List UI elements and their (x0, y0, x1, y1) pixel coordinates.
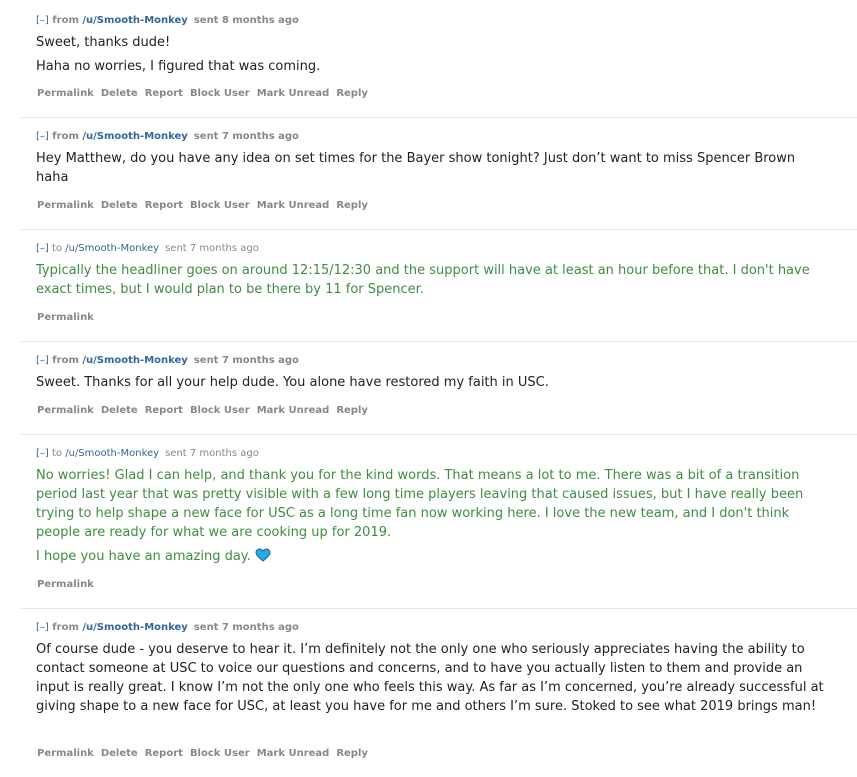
message-text: Sweet, thanks dude! (36, 35, 171, 50)
message-divider (20, 117, 857, 118)
message-direction: from (52, 622, 79, 633)
username-link[interactable]: /u/Smooth-Monkey (65, 448, 159, 459)
message-text: I hope you have an amazing day. (36, 549, 251, 564)
sent-time: sent 7 months ago (165, 243, 259, 254)
message-actions: Permalink (37, 579, 101, 591)
message-divider (20, 229, 857, 230)
sent-time: sent 8 months ago (193, 15, 299, 26)
reply-link[interactable]: Reply (336, 88, 368, 99)
message-header: [–] from /u/Smooth-Monkey sent 7 months a… (36, 131, 299, 143)
message-direction: from (52, 15, 79, 26)
message-actions: Permalink Delete Report Block User Mark Unre… (37, 405, 375, 417)
mark-unread-link[interactable]: Mark Unread (257, 405, 330, 416)
delete-link[interactable]: Delete (101, 88, 138, 99)
permalink-link[interactable]: Permalink (37, 88, 94, 99)
reply-link[interactable]: Reply (336, 405, 368, 416)
username-link[interactable]: /u/Smooth-Monkey (82, 15, 187, 26)
message-text: Hey Matthew, do you have any idea on set… (36, 151, 796, 185)
mark-unread-link[interactable]: Mark Unread (257, 748, 330, 759)
message-header: [–] from /u/Smooth-Monkey sent 7 months a… (36, 622, 299, 634)
message-body: No worries! Glad I can help, and thank y… (36, 466, 826, 566)
message-actions: Permalink Delete Report Block User Mark Unre… (37, 88, 375, 100)
mark-unread-link[interactable]: Mark Unread (257, 88, 330, 99)
permalink-link[interactable]: Permalink (37, 312, 94, 323)
message-header: [–] from /u/Smooth-Monkey sent 7 months a… (36, 355, 299, 367)
collapse-toggle[interactable]: [–] (36, 15, 49, 26)
permalink-link[interactable]: Permalink (37, 200, 94, 211)
report-link[interactable]: Report (145, 405, 183, 416)
message-paragraph: Sweet, thanks dude! (36, 33, 826, 52)
sent-time: sent 7 months ago (165, 448, 259, 459)
message-paragraph: Haha no worries, I figured that was comi… (36, 57, 826, 76)
message-body: Hey Matthew, do you have any idea on set… (36, 149, 826, 187)
reply-link[interactable]: Reply (336, 748, 368, 759)
message-header: [–] to /u/Smooth-Monkey sent 7 months ago (36, 448, 259, 460)
report-link[interactable]: Report (145, 88, 183, 99)
message-body: Sweet. Thanks for all your help dude. Yo… (36, 373, 826, 392)
report-link[interactable]: Report (145, 748, 183, 759)
collapse-toggle[interactable]: [–] (36, 243, 49, 254)
message-actions: Permalink Delete Report Block User Mark Unre… (37, 748, 375, 760)
message-text: Typically the headliner goes on around 1… (36, 263, 810, 297)
block-user-link[interactable]: Block User (190, 200, 250, 211)
collapse-toggle[interactable]: [–] (36, 355, 49, 366)
delete-link[interactable]: Delete (101, 200, 138, 211)
reply-link[interactable]: Reply (336, 200, 368, 211)
message-body: Sweet, thanks dude! Haha no worries, I fi… (36, 33, 826, 76)
message-header: [–] to /u/Smooth-Monkey sent 7 months ago (36, 243, 259, 255)
permalink-link[interactable]: Permalink (37, 405, 94, 416)
message-direction: from (52, 355, 79, 366)
message-text: Sweet. Thanks for all your help dude. Yo… (36, 375, 549, 390)
message-paragraph: Typically the headliner goes on around 1… (36, 261, 826, 299)
message-divider (20, 341, 857, 342)
username-link[interactable]: /u/Smooth-Monkey (65, 243, 159, 254)
message-paragraph: Sweet. Thanks for all your help dude. Yo… (36, 373, 826, 392)
message-body: Typically the headliner goes on around 1… (36, 261, 826, 299)
blue-heart-icon (255, 548, 271, 562)
block-user-link[interactable]: Block User (190, 88, 250, 99)
message-paragraph: Of course dude - you deserve to hear it.… (36, 640, 826, 716)
message-text: No worries! Glad I can help, and thank y… (36, 468, 804, 540)
message-direction: from (52, 131, 79, 142)
message-paragraph: No worries! Glad I can help, and thank y… (36, 466, 826, 542)
block-user-link[interactable]: Block User (190, 748, 250, 759)
collapse-toggle[interactable]: [–] (36, 622, 49, 633)
message-divider (20, 434, 857, 435)
collapse-toggle[interactable]: [–] (36, 131, 49, 142)
permalink-link[interactable]: Permalink (37, 579, 94, 590)
collapse-toggle[interactable]: [–] (36, 448, 49, 459)
delete-link[interactable]: Delete (101, 748, 138, 759)
message-text: Haha no worries, I figured that was comi… (36, 59, 321, 74)
message-direction: to (52, 448, 63, 459)
message-paragraph: I hope you have an amazing day. (36, 547, 826, 566)
message-text: Of course dude - you deserve to hear it.… (36, 642, 824, 714)
message-paragraph: Hey Matthew, do you have any idea on set… (36, 149, 826, 187)
username-link[interactable]: /u/Smooth-Monkey (82, 355, 187, 366)
message-divider (20, 608, 857, 609)
sent-time: sent 7 months ago (193, 622, 299, 633)
mark-unread-link[interactable]: Mark Unread (257, 200, 330, 211)
username-link[interactable]: /u/Smooth-Monkey (82, 622, 187, 633)
delete-link[interactable]: Delete (101, 405, 138, 416)
sent-time: sent 7 months ago (193, 355, 299, 366)
message-direction: to (52, 243, 63, 254)
permalink-link[interactable]: Permalink (37, 748, 94, 759)
message-actions: Permalink Delete Report Block User Mark Unre… (37, 200, 375, 212)
username-link[interactable]: /u/Smooth-Monkey (82, 131, 187, 142)
sent-time: sent 7 months ago (193, 131, 299, 142)
message-actions: Permalink (37, 312, 101, 324)
message-header: [–] from /u/Smooth-Monkey sent 8 months a… (36, 15, 299, 27)
block-user-link[interactable]: Block User (190, 405, 250, 416)
message-body: Of course dude - you deserve to hear it.… (36, 640, 826, 716)
report-link[interactable]: Report (145, 200, 183, 211)
